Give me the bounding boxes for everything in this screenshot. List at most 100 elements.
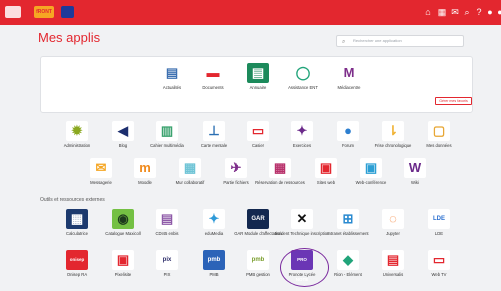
folder-icon: ▬ — [202, 63, 224, 83]
section-title: Outils et ressources externes — [40, 197, 105, 203]
pmb-gestion-tile: pmb — [247, 250, 269, 270]
intranet-icon: ⊞ — [337, 209, 359, 229]
mediacentre-tile: M — [338, 63, 360, 83]
region-logo[interactable] — [5, 6, 21, 18]
tools-icon: ✕ — [291, 209, 313, 229]
help-icon[interactable]: ? — [474, 7, 484, 17]
timeline-icon: ⇂ — [382, 121, 404, 141]
share-icon: ✈ — [225, 158, 247, 178]
manage-favorites-button[interactable]: Gérer mes favoris — [435, 97, 472, 105]
universalis-tile: ▤ — [382, 250, 404, 270]
moodle-tile: m — [134, 158, 156, 178]
tile-glyph: ✕ — [296, 211, 308, 226]
folder-tile: ▬ — [202, 63, 224, 83]
edumedia-tile: ✦ — [203, 209, 225, 229]
mediacentre-icon: M — [338, 63, 360, 83]
share-tile: ✈ — [225, 158, 247, 178]
app-label: Web TV — [431, 272, 447, 277]
tile-glyph: ▢ — [432, 123, 446, 138]
mindmap-icon: ⊥ — [203, 121, 225, 141]
envelope-icon: ✉ — [90, 158, 112, 178]
gears-tile: ✹ — [66, 121, 88, 141]
onisep-icon: onisep — [66, 250, 88, 270]
app-label: Wiki — [411, 180, 419, 185]
tile-glyph: ▦ — [70, 211, 84, 226]
tools-tile: ✕ — [291, 209, 313, 229]
tile-glyph: ◀ — [118, 123, 128, 138]
user-icon[interactable]: ● — [485, 7, 495, 17]
pixelisite-icon: ▣ — [112, 250, 134, 270]
gears-icon: ✹ — [66, 121, 88, 141]
app-webtv[interactable]: ▭ Web TV — [409, 250, 469, 277]
mindmap-tile: ⊥ — [203, 121, 225, 141]
lde-tile: LDE — [428, 209, 450, 229]
tile-glyph: ⊞ — [342, 211, 354, 226]
app-wiki[interactable]: W Wiki — [385, 158, 445, 185]
tile-glyph: ▥ — [160, 123, 174, 138]
app-data[interactable]: ▢ Mes données — [409, 121, 469, 148]
chat-tile: ● — [337, 121, 359, 141]
tile-glyph: ◯ — [295, 65, 311, 80]
app-lde[interactable]: LDE LDE — [409, 209, 469, 236]
tile-glyph: ✹ — [71, 123, 83, 138]
home-icon[interactable]: ⌂ — [423, 7, 433, 17]
headset-tile: ◯ — [292, 63, 314, 83]
jupyter-tile: ◌ — [382, 209, 404, 229]
tile-glyph: ● — [344, 123, 352, 138]
calculator-tile: ▦ — [66, 209, 88, 229]
timeline-tile: ⇂ — [382, 121, 404, 141]
wiki-icon: W — [404, 158, 426, 178]
tile-glyph: ▭ — [432, 252, 446, 267]
lde-icon: LDE — [428, 209, 450, 229]
app-label: Médiacentre — [337, 85, 361, 90]
tile-glyph: ▣ — [319, 160, 333, 175]
exercises-icon: ✦ — [291, 121, 313, 141]
tile-glyph: ⇂ — [387, 123, 399, 138]
tile-glyph: ✈ — [230, 160, 242, 175]
gar-icon: GAR — [247, 209, 269, 229]
tile-text: GAR — [251, 216, 265, 222]
calendar-tile: ▦ — [269, 158, 291, 178]
app-mediacentre[interactable]: M Médiacentre — [319, 63, 379, 90]
exercises-tile: ✦ — [291, 121, 313, 141]
pmb-icon: pmb — [203, 250, 225, 270]
moodle-icon: m — [134, 158, 156, 178]
tile-glyph: ◌ — [389, 211, 397, 226]
chat-icon: ● — [337, 121, 359, 141]
pmb-tile: pmb — [203, 250, 225, 270]
search-icon[interactable]: ⌕ — [462, 7, 472, 17]
gar-tile: GAR — [247, 209, 269, 229]
app-label: Mes données — [426, 143, 452, 148]
inbox-tile: ▭ — [247, 121, 269, 141]
data-icon: ▢ — [428, 121, 450, 141]
webtv-icon: ▭ — [428, 250, 450, 270]
megaphone-tile: ◀ — [112, 121, 134, 141]
tile-glyph: ✦ — [296, 123, 308, 138]
search-icon: ⌕ — [342, 39, 346, 45]
tile-glyph: ▤ — [165, 65, 179, 80]
intranet-tile: ⊞ — [337, 209, 359, 229]
calculator-icon: ▦ — [66, 209, 88, 229]
ent-logo[interactable]: fRONT — [34, 6, 54, 18]
app-label: LDE — [434, 231, 444, 236]
tile-text: pix — [162, 257, 172, 263]
tile-glyph: ▣ — [364, 160, 378, 175]
news-tile: ▤ — [161, 63, 183, 83]
top-bar: fRONT ⌂ ▦ ✉ ⌕ ? ● ● — [0, 0, 501, 25]
handdrawn-circle-annotation — [280, 248, 329, 287]
website-icon: ▣ — [315, 158, 337, 178]
news-icon: ▤ — [161, 63, 183, 83]
tile-glyph: ⊥ — [208, 123, 220, 138]
search-input[interactable]: ⌕ Rechercher une application — [336, 35, 464, 47]
maxicoll-icon: ◉ — [112, 209, 134, 229]
tile-text: onisep — [69, 257, 85, 262]
tile-text: pmb — [251, 257, 265, 263]
wall-icon: ▦ — [179, 158, 201, 178]
website-tile: ▣ — [315, 158, 337, 178]
webconf-icon: ▣ — [360, 158, 382, 178]
grid-icon[interactable]: ▦ — [437, 7, 447, 17]
element-icon: ◆ — [337, 250, 359, 270]
mail-icon[interactable]: ✉ — [450, 7, 460, 17]
search-placeholder: Rechercher une application — [353, 38, 402, 43]
avatar-icon[interactable]: ● — [495, 7, 501, 17]
